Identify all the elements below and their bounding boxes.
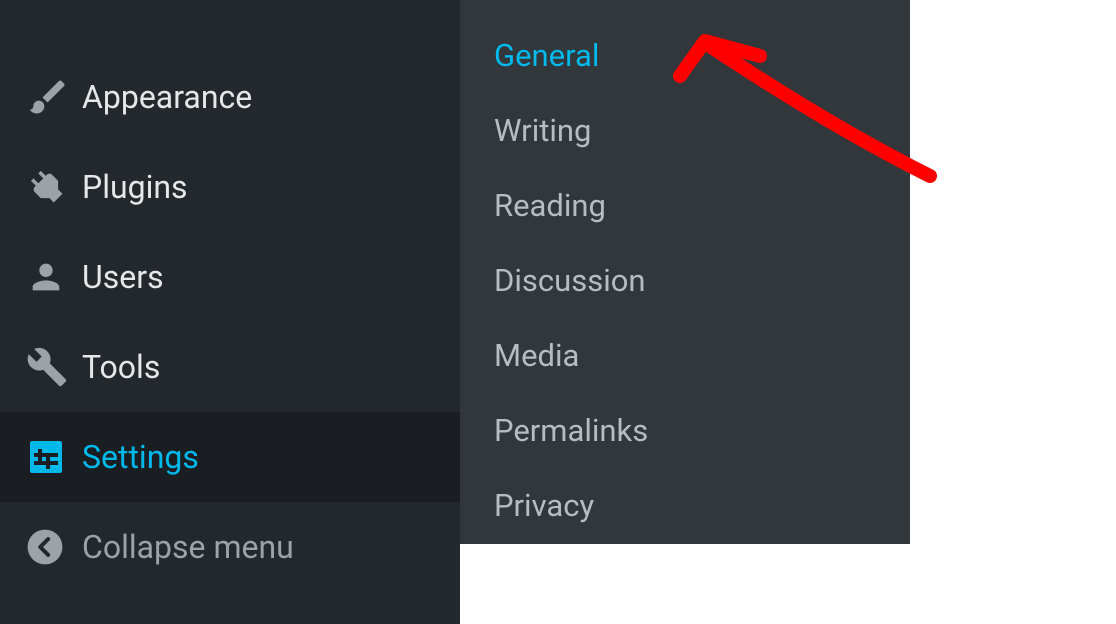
submenu-item-general[interactable]: General: [494, 18, 910, 93]
brush-icon: [26, 74, 82, 120]
wrench-icon: [26, 344, 82, 390]
submenu-item-discussion[interactable]: Discussion: [494, 243, 910, 318]
sidebar-item-label: Appearance: [82, 78, 252, 116]
collapse-icon: [26, 524, 82, 570]
sidebar-collapse[interactable]: Collapse menu: [0, 502, 460, 592]
sidebar-item-label: Settings: [82, 438, 199, 476]
sidebar-item-label: Tools: [82, 348, 160, 386]
plug-icon: [26, 164, 82, 210]
sidebar-item-settings[interactable]: Settings: [0, 412, 460, 502]
sidebar-item-users[interactable]: Users: [0, 232, 460, 322]
submenu-item-privacy[interactable]: Privacy: [494, 468, 910, 543]
submenu-item-writing[interactable]: Writing: [494, 93, 910, 168]
sidebar-item-tools[interactable]: Tools: [0, 322, 460, 412]
sidebar-item-appearance[interactable]: Appearance: [0, 0, 460, 142]
sidebar-item-label: Plugins: [82, 168, 188, 206]
user-icon: [26, 254, 82, 300]
collapse-label: Collapse menu: [82, 528, 294, 566]
submenu-item-reading[interactable]: Reading: [494, 168, 910, 243]
settings-submenu: General Writing Reading Discussion Media…: [460, 0, 910, 544]
sidebar-item-label: Users: [82, 258, 164, 296]
submenu-item-permalinks[interactable]: Permalinks: [494, 393, 910, 468]
sidebar-item-plugins[interactable]: Plugins: [0, 142, 460, 232]
submenu-item-media[interactable]: Media: [494, 318, 910, 393]
admin-sidebar: Appearance Plugins Users Tools Settings …: [0, 0, 460, 624]
sliders-icon: [26, 434, 82, 480]
